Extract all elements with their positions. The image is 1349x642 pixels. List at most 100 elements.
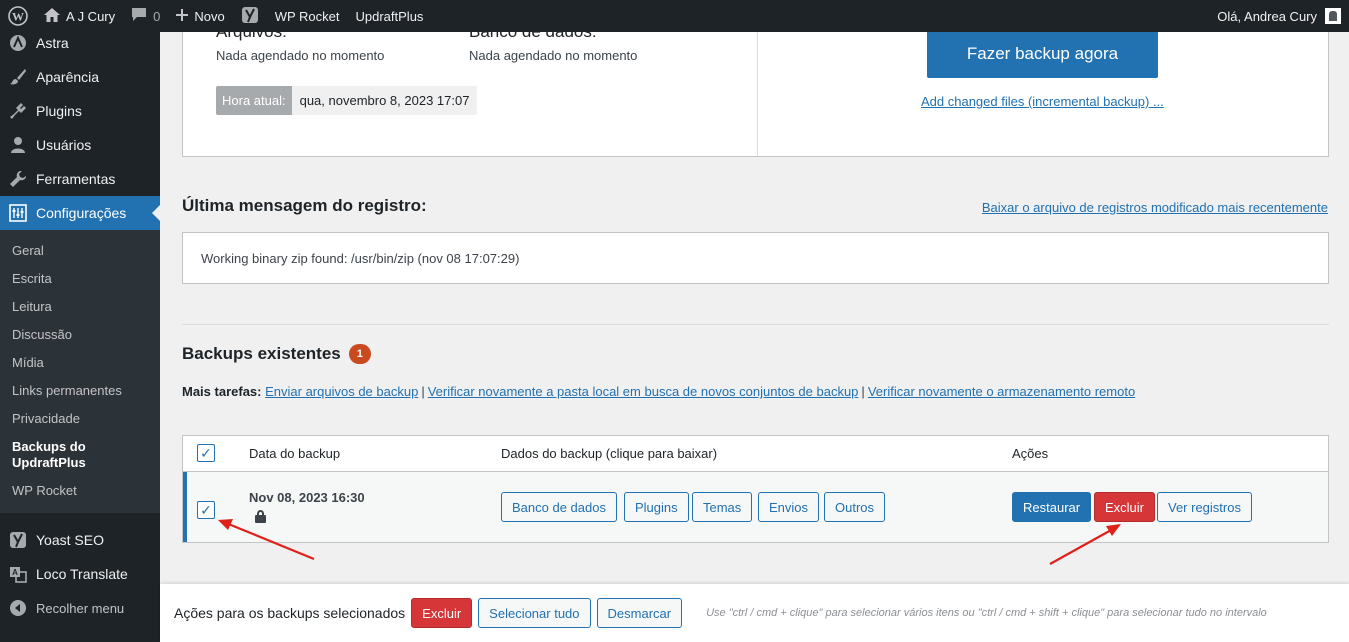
user-greeting: Olá, Andrea Cury bbox=[1217, 8, 1317, 24]
table-header: ✓ Data do backup Dados do backup (clique… bbox=[183, 436, 1328, 472]
incremental-backup-link[interactable]: Add changed files (incremental backup) .… bbox=[921, 94, 1164, 109]
backup-now-button[interactable]: Fazer backup agora bbox=[927, 30, 1158, 78]
restore-button[interactable]: Restaurar bbox=[1012, 492, 1092, 522]
submenu-item-wp-rocket[interactable]: WP Rocket bbox=[0, 477, 160, 505]
comments-link[interactable]: 0 bbox=[123, 0, 168, 32]
current-time-label: Hora atual: bbox=[216, 86, 292, 115]
backup-status-panel: Arquivos: Banco de dados: Nada agendado … bbox=[182, 22, 1329, 157]
astra-icon bbox=[8, 33, 28, 53]
translate-icon: A bbox=[8, 564, 28, 584]
log-message: Working binary zip found: /usr/bin/zip (… bbox=[201, 250, 520, 266]
view-logs-button[interactable]: Ver registros bbox=[1157, 492, 1252, 522]
sidebar-item-label: Yoast SEO bbox=[36, 532, 104, 548]
existing-backups-label: Backups existentes bbox=[182, 344, 341, 363]
submenu-item-media[interactable]: Mídia bbox=[0, 349, 160, 377]
sidebar-item-label: Configurações bbox=[36, 205, 127, 221]
submenu-item-updraftplus-backups[interactable]: Backups do UpdraftPlus bbox=[0, 433, 110, 477]
status-divider bbox=[757, 32, 758, 156]
home-icon bbox=[44, 7, 60, 25]
backups-table: ✓ Data do backup Dados do backup (clique… bbox=[182, 435, 1329, 543]
sidebar-item-appearance[interactable]: Aparência bbox=[0, 60, 160, 94]
sidebar-item-users[interactable]: Usuários bbox=[0, 128, 160, 162]
sidebar-item-settings[interactable]: Configurações bbox=[0, 196, 160, 230]
lock-icon bbox=[255, 510, 266, 523]
sidebar-item-label: Astra bbox=[36, 35, 69, 51]
more-tasks-label: Mais tarefas: bbox=[182, 384, 262, 399]
files-schedule: Nada agendado no momento bbox=[216, 48, 385, 63]
current-time-value: qua, novembro 8, 2023 17:07 bbox=[299, 93, 470, 108]
bulk-actions-label: Ações para os backups selecionados bbox=[174, 605, 406, 621]
upload-backup-files-link[interactable]: Enviar arquivos de backup bbox=[265, 384, 418, 399]
sidebar-item-tools[interactable]: Ferramentas bbox=[0, 162, 160, 196]
updraftplus-adminbar-link[interactable]: UpdraftPlus bbox=[348, 0, 432, 32]
new-label: Novo bbox=[194, 8, 225, 24]
user-account-menu[interactable]: Olá, Andrea Cury bbox=[1209, 0, 1349, 32]
sidebar-item-label: Loco Translate bbox=[36, 566, 128, 582]
new-content-link[interactable]: Novo bbox=[168, 0, 232, 32]
wp-rocket-label: WP Rocket bbox=[274, 8, 340, 24]
selection-hint: Use "ctrl / cmd + clique" para seleciona… bbox=[706, 607, 1267, 619]
backup-date: Nov 08, 2023 16:30 bbox=[249, 490, 365, 505]
admin-bar: W A J Cury 0 Novo WP Rocket UpdraftPlus … bbox=[0, 0, 1349, 32]
site-name-link[interactable]: A J Cury bbox=[36, 0, 123, 32]
settings-icon bbox=[8, 203, 28, 223]
sidebar-item-loco-translate[interactable]: A Loco Translate bbox=[0, 557, 160, 591]
header-actions: Ações bbox=[1012, 446, 1049, 461]
row-select-checkbox[interactable]: ✓ bbox=[197, 501, 215, 519]
submenu-item-privacy[interactable]: Privacidade bbox=[0, 405, 160, 433]
delete-button[interactable]: Excluir bbox=[1094, 492, 1156, 522]
table-row[interactable]: ✓ Nov 08, 2023 16:30 Banco de dados Plug… bbox=[183, 472, 1328, 542]
settings-submenu: Geral Escrita Leitura Discussão Mídia Li… bbox=[0, 230, 160, 513]
admin-sidebar: Astra Aparência Plugins Usuários Ferrame… bbox=[0, 32, 160, 642]
wp-rocket-adminbar-link[interactable]: WP Rocket bbox=[267, 0, 348, 32]
yoast-adminbar-link[interactable] bbox=[233, 0, 267, 32]
plugin-icon bbox=[8, 101, 28, 121]
download-database-button[interactable]: Banco de dados bbox=[501, 492, 617, 522]
plus-icon bbox=[176, 8, 189, 24]
sidebar-item-yoast-seo[interactable]: Yoast SEO bbox=[0, 523, 160, 557]
submenu-item-permalinks[interactable]: Links permanentes bbox=[0, 377, 160, 405]
paintbrush-icon bbox=[8, 67, 28, 87]
yoast-icon bbox=[241, 6, 259, 27]
sidebar-item-collapse-menu[interactable]: Recolher menu bbox=[0, 591, 160, 625]
select-all-button[interactable]: Selecionar tudo bbox=[478, 598, 591, 628]
submenu-item-general[interactable]: Geral bbox=[0, 237, 160, 265]
submenu-item-writing[interactable]: Escrita bbox=[0, 265, 160, 293]
backup-count-badge: 1 bbox=[348, 344, 371, 364]
sidebar-item-label: Ferramentas bbox=[36, 171, 116, 187]
more-tasks: Mais tarefas: Enviar arquivos de backup |… bbox=[182, 384, 1136, 399]
bulk-actions-bar: Ações para os backups selecionados Exclu… bbox=[160, 584, 1349, 642]
download-log-link[interactable]: Baixar o arquivo de registros modificado… bbox=[982, 200, 1328, 215]
users-icon bbox=[8, 135, 28, 155]
main-content: Arquivos: Banco de dados: Nada agendado … bbox=[160, 22, 1349, 642]
bulk-delete-button[interactable]: Excluir bbox=[411, 598, 473, 628]
site-name: A J Cury bbox=[66, 8, 116, 24]
svg-text:W: W bbox=[12, 10, 24, 24]
sidebar-item-label: Usuários bbox=[36, 137, 92, 153]
rescan-local-folder-link[interactable]: Verificar novamente a pasta local em bus… bbox=[428, 384, 859, 399]
database-schedule: Nada agendado no momento bbox=[469, 48, 638, 63]
comment-icon bbox=[131, 7, 147, 25]
current-time: Hora atual: qua, novembro 8, 2023 17:07 bbox=[216, 86, 478, 115]
submenu-item-discussion[interactable]: Discussão bbox=[0, 321, 160, 349]
deselect-button[interactable]: Desmarcar bbox=[596, 598, 683, 628]
download-themes-button[interactable]: Temas bbox=[692, 492, 753, 522]
sidebar-item-plugins[interactable]: Plugins bbox=[0, 94, 160, 128]
download-uploads-button[interactable]: Envios bbox=[758, 492, 820, 522]
submenu-item-reading[interactable]: Leitura bbox=[0, 293, 160, 321]
header-backup-date: Data do backup bbox=[249, 446, 341, 461]
yoast-icon bbox=[8, 530, 28, 550]
existing-backups-title: Backups existentes 1 bbox=[182, 344, 371, 364]
log-message-box: Working binary zip found: /usr/bin/zip (… bbox=[182, 232, 1329, 284]
download-plugins-button[interactable]: Plugins bbox=[624, 492, 689, 522]
wordpress-logo-icon[interactable]: W bbox=[0, 0, 36, 32]
svg-text:A: A bbox=[12, 568, 18, 577]
avatar bbox=[1325, 8, 1341, 24]
collapse-icon bbox=[8, 598, 28, 618]
log-title: Última mensagem do registro: bbox=[182, 196, 427, 215]
section-divider bbox=[182, 324, 1329, 325]
download-others-button[interactable]: Outros bbox=[824, 492, 886, 522]
select-all-checkbox[interactable]: ✓ bbox=[197, 444, 215, 462]
comments-count: 0 bbox=[153, 8, 161, 24]
rescan-remote-storage-link[interactable]: Verificar novamente o armazenamento remo… bbox=[868, 384, 1135, 399]
